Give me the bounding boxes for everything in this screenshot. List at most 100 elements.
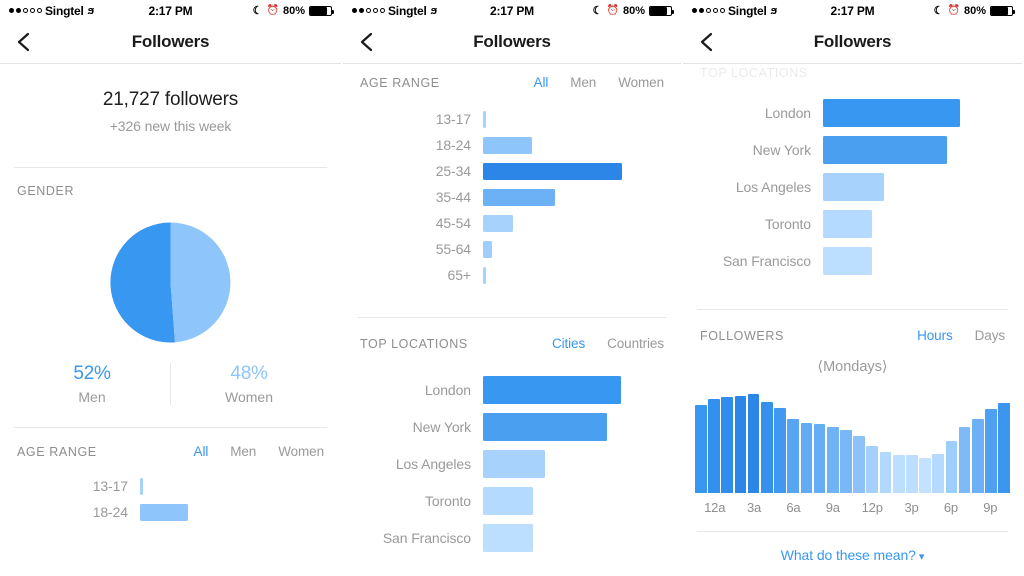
bar-row: 55-64 xyxy=(343,236,681,262)
bar-label: 65+ xyxy=(447,267,472,283)
axis-tick: 9p xyxy=(983,500,998,515)
screen-3-scroll[interactable]: TOP LOCATIONS London New York Los Angele… xyxy=(683,64,1022,576)
what-do-these-mean-link[interactable]: What do these mean? ▾ xyxy=(683,532,1022,563)
axis-tick: 6a xyxy=(786,500,801,515)
bar-row: 18-24 xyxy=(343,132,681,158)
bar-label: 18-24 xyxy=(92,504,128,520)
status-bar-right: ☾ ⏰ 80% xyxy=(934,4,1015,17)
tab-women[interactable]: Women xyxy=(278,444,324,459)
back-button[interactable] xyxy=(356,31,378,53)
pie-chart-svg xyxy=(110,222,231,343)
hourly-axis-labels: 12a 3a 6a 9a 12p 3p 6p 9p xyxy=(695,500,1010,515)
axis-tick: 12a xyxy=(704,500,726,515)
hour-bar xyxy=(853,436,865,493)
top-locations-bars-3: London New York Los Angeles Toronto San … xyxy=(683,80,1022,285)
age-range-section-header-2: AGE RANGE All Men Women xyxy=(343,64,681,90)
bar-row: New York xyxy=(343,408,681,445)
top-locations-section-title: TOP LOCATIONS xyxy=(360,336,468,351)
bar-label: Toronto xyxy=(765,215,811,232)
hour-bar xyxy=(826,427,839,493)
page-title: Followers xyxy=(131,32,210,51)
chevron-left-icon xyxy=(700,32,713,52)
bar-fill xyxy=(483,136,532,154)
axis-tick: 3p xyxy=(904,500,919,515)
men-label: Men xyxy=(78,389,106,405)
bar-row: San Francisco xyxy=(683,242,1022,279)
bar-row: 35-44 xyxy=(343,184,681,210)
back-button[interactable] xyxy=(13,31,35,53)
period-next-button[interactable]: ⟩ xyxy=(882,359,888,375)
top-locations-section-header-3: TOP LOCATIONS xyxy=(683,64,1022,80)
status-bar-2: Singtel ϧ 2:17 PM ☾ ⏰ 80% xyxy=(343,0,681,21)
screen-2-scroll[interactable]: AGE RANGE All Men Women 13-17 18-24 25-3 xyxy=(343,64,681,576)
alarm-clock-icon: ⏰ xyxy=(266,5,279,16)
top-locations-section-header-2: TOP LOCATIONS Cities Countries xyxy=(343,318,681,351)
status-bar-right: ☾ ⏰ 80% xyxy=(252,4,334,17)
nav-bar-3: Followers xyxy=(683,21,1022,64)
tab-all[interactable]: All xyxy=(194,444,209,459)
hour-bar xyxy=(906,455,918,493)
phone-screen-1: Singtel ϧ 2:17 PM ☾ ⏰ 80% Followers 21,7… xyxy=(0,0,341,576)
follower-count: 21,727 followers xyxy=(102,89,239,110)
tab-men[interactable]: Men xyxy=(570,75,596,90)
status-bar-3: Singtel ϧ 2:17 PM ☾ ⏰ 80% xyxy=(683,0,1022,21)
bar-label: London xyxy=(424,381,471,398)
hourly-followers-chart: 12a 3a 6a 9a 12p 3p 6p 9p xyxy=(683,379,1022,515)
hour-bar xyxy=(866,446,879,493)
hour-bar xyxy=(892,455,905,493)
tab-hours[interactable]: Hours xyxy=(917,328,953,343)
hour-bar xyxy=(840,430,852,493)
bar-label: 18-24 xyxy=(435,137,471,153)
women-label: Women xyxy=(225,389,273,405)
status-bar-1: Singtel ϧ 2:17 PM ☾ ⏰ 80% xyxy=(0,0,341,21)
hour-bar xyxy=(734,396,747,493)
bar-row: Los Angeles xyxy=(683,168,1022,205)
followers-summary: 21,727 followers +326 new this week xyxy=(0,64,341,167)
bar-fill xyxy=(823,172,884,201)
bar-row: 13-17 xyxy=(343,106,681,132)
screen-1-scroll[interactable]: 21,727 followers +326 new this week GEND… xyxy=(0,64,341,576)
nav-bar-1: Followers xyxy=(0,21,341,64)
hour-bar xyxy=(787,419,799,493)
page-title: Followers xyxy=(813,32,892,51)
bar-label: London xyxy=(764,104,811,121)
bar-fill xyxy=(483,240,492,258)
bar-row: 25-34 xyxy=(343,158,681,184)
bar-label: 45-54 xyxy=(435,215,471,231)
bar-row: Toronto xyxy=(683,205,1022,242)
battery-percent: 80% xyxy=(282,4,305,17)
battery-percent: 80% xyxy=(963,4,986,17)
period-selector: ⟨Mondays⟩ xyxy=(683,343,1022,379)
tab-cities[interactable]: Cities xyxy=(552,336,585,351)
hour-bar xyxy=(998,403,1010,493)
chevron-down-icon: ▾ xyxy=(918,551,925,563)
bar-fill xyxy=(483,486,533,515)
hourly-bars xyxy=(695,393,1010,493)
tab-all[interactable]: All xyxy=(534,75,549,90)
bar-fill xyxy=(483,188,555,206)
hour-bar xyxy=(760,402,773,493)
bar-fill xyxy=(823,98,960,127)
bar-label: New York xyxy=(412,418,471,435)
hour-bar xyxy=(958,427,971,493)
bar-label: Los Angeles xyxy=(735,178,811,195)
back-button[interactable] xyxy=(696,31,718,53)
moon-icon: ☾ xyxy=(252,5,263,17)
tab-men[interactable]: Men xyxy=(230,444,256,459)
battery-percent: 80% xyxy=(622,4,645,17)
hour-bar xyxy=(879,452,892,493)
bar-label: New York xyxy=(752,141,811,158)
bar-row: London xyxy=(683,94,1022,131)
bar-fill xyxy=(483,412,607,441)
age-range-bars-2: 13-17 18-24 25-34 35-44 45-54 55-64 65+ xyxy=(343,90,681,294)
top-locations-bars-2: London New York Los Angeles Toronto San … xyxy=(343,351,681,562)
top-locations-tabs: Cities Countries xyxy=(552,336,664,351)
bar-row: 65+ xyxy=(343,262,681,288)
age-range-section-header-1: AGE RANGE All Men Women xyxy=(0,428,341,459)
tab-countries[interactable]: Countries xyxy=(607,336,664,351)
hour-bar xyxy=(813,424,826,493)
tab-women[interactable]: Women xyxy=(618,75,664,90)
bar-fill xyxy=(823,135,947,164)
battery-icon xyxy=(649,5,674,16)
tab-days[interactable]: Days xyxy=(975,328,1005,343)
